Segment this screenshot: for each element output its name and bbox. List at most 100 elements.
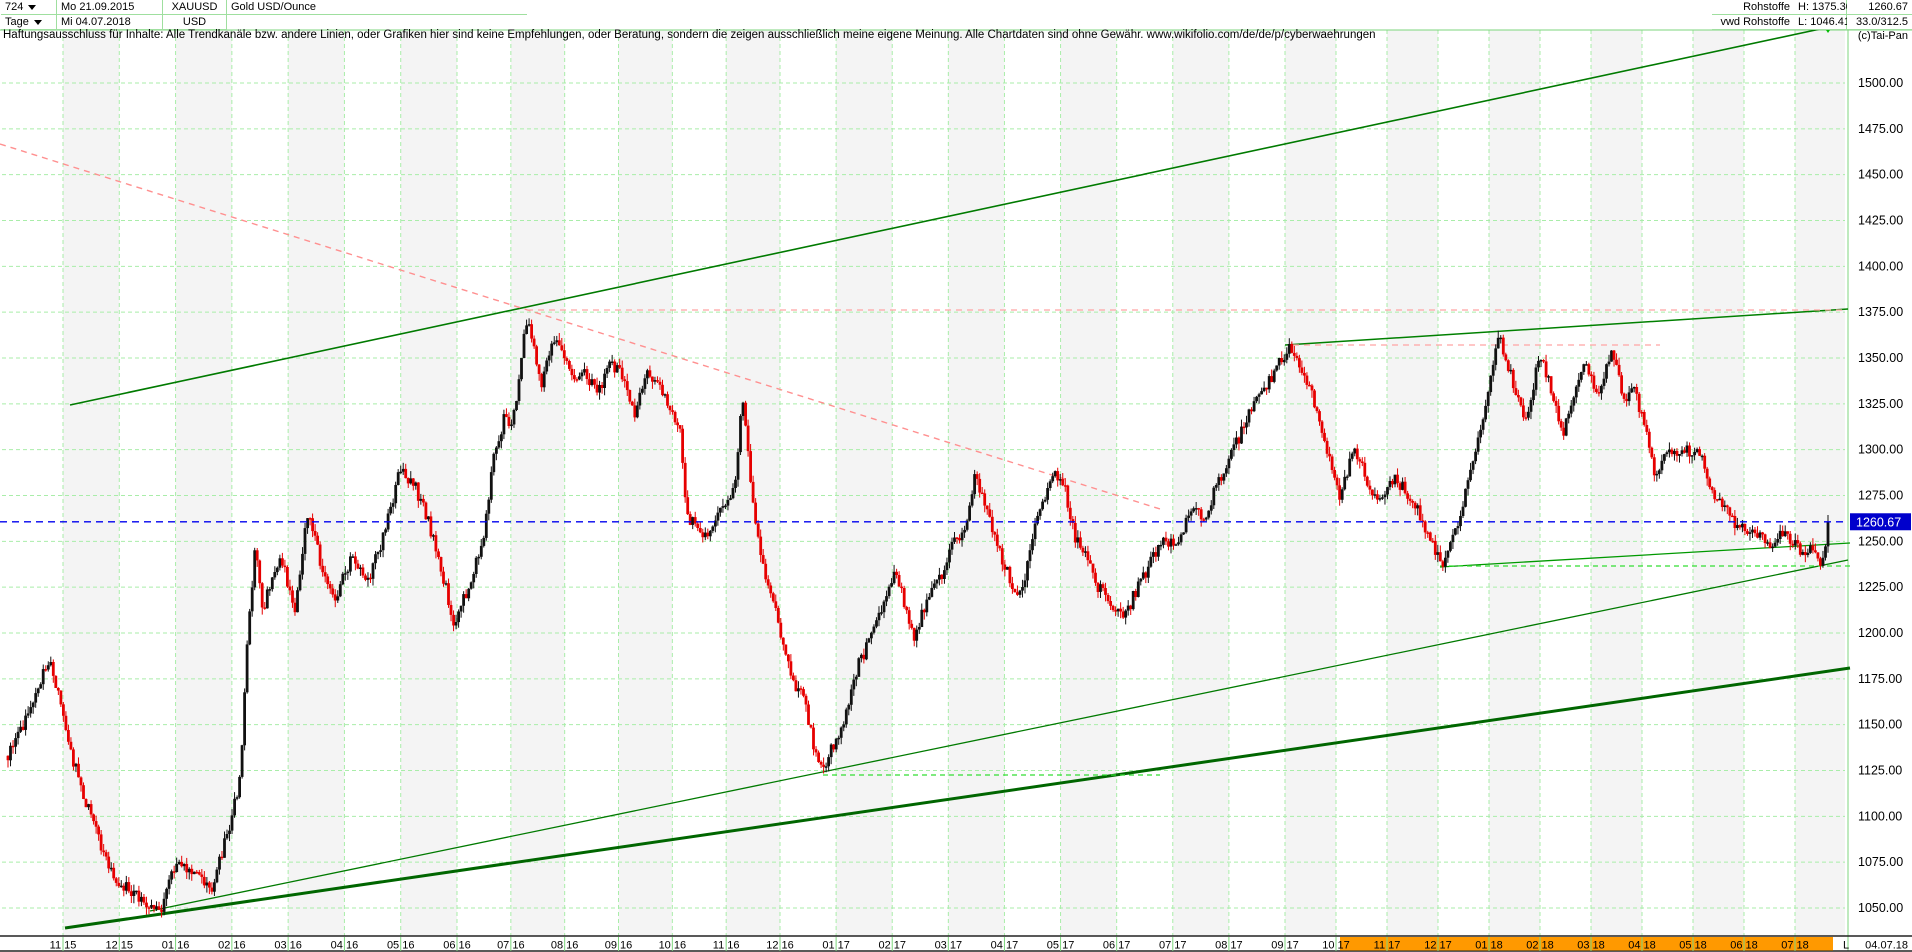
candle-body <box>195 872 198 874</box>
x-axis-label: 04 18 <box>1628 940 1656 952</box>
candle-body <box>1356 449 1359 460</box>
y-axis-label: 1075.00 <box>1858 855 1903 869</box>
candle-body <box>847 705 850 710</box>
candle-body <box>1092 564 1095 573</box>
candle-body <box>1187 516 1190 518</box>
x-axis-label: 02 17 <box>878 940 906 952</box>
candle-body <box>495 448 498 454</box>
candle-body <box>1041 502 1044 510</box>
candle-body <box>568 361 571 369</box>
candle-body <box>840 728 843 738</box>
candle-body <box>870 633 873 639</box>
candle-body <box>1379 498 1382 500</box>
y-axis-label: 1450.00 <box>1858 168 1903 182</box>
candle-body <box>485 514 488 538</box>
x-axis-label: 05 17 <box>1047 940 1075 952</box>
candle-body <box>1467 480 1470 489</box>
candle-body <box>1240 427 1243 444</box>
candle-body <box>1686 446 1689 453</box>
candle-body <box>540 374 543 387</box>
candle-body <box>1132 591 1135 609</box>
y-axis-label: 1175.00 <box>1858 672 1902 686</box>
candle-body <box>143 897 146 903</box>
date-to-cell[interactable]: Mi 04.07.2018 <box>57 15 163 30</box>
candle-body <box>110 868 113 870</box>
candle-body <box>1129 606 1132 610</box>
candle-body <box>304 528 307 554</box>
candle-body <box>1298 358 1301 367</box>
candle-body <box>1658 470 1661 474</box>
candle-body <box>1683 450 1686 452</box>
instrument-name: Gold USD/Ounce <box>231 0 316 14</box>
candle-body <box>1431 541 1434 543</box>
candle-body <box>82 785 85 799</box>
date-from-cell[interactable]: Mo 21.09.2015 <box>57 0 163 15</box>
candle-body <box>44 669 47 671</box>
candle-body <box>452 615 455 626</box>
candle-body <box>1640 412 1643 414</box>
candle-body <box>52 662 55 676</box>
candle-body <box>299 575 302 591</box>
candle-body <box>1024 580 1027 587</box>
candle-body <box>1718 499 1721 501</box>
candle-body <box>1152 552 1155 557</box>
candle-body <box>1117 609 1120 612</box>
candle-body <box>62 704 65 716</box>
candle-body <box>1104 588 1107 595</box>
candle-body <box>576 379 579 381</box>
candle-body <box>100 834 103 850</box>
candle-body <box>1212 488 1215 506</box>
price-chart-canvas[interactable]: 1500.001475.001450.001425.001400.001375.… <box>0 0 1912 952</box>
candle-body <box>1776 539 1779 543</box>
candle-body <box>878 613 881 620</box>
candle-body <box>1409 499 1412 501</box>
candle-body <box>341 574 344 585</box>
candle-body <box>1394 475 1397 485</box>
candle-body <box>1447 551 1450 558</box>
candle-body <box>168 880 171 889</box>
candle-body <box>246 644 249 692</box>
candle-body <box>344 573 347 575</box>
candle-body <box>1238 438 1241 444</box>
candle-body <box>913 628 916 641</box>
candle-body <box>24 716 27 730</box>
candle-body <box>953 538 956 542</box>
candle-body <box>1165 538 1168 542</box>
candle-body <box>316 536 319 545</box>
candle-body <box>581 373 584 377</box>
candle-body <box>739 416 742 452</box>
candle-body <box>1217 477 1220 485</box>
candle-body <box>221 857 224 859</box>
candle-body <box>1600 386 1603 393</box>
candle-body <box>1109 601 1112 606</box>
candle-body <box>185 864 188 872</box>
bars-count-dropdown[interactable]: 724 <box>1 0 57 15</box>
candle-body <box>611 362 614 364</box>
candle-body <box>936 580 939 584</box>
x-axis-label: 12 15 <box>106 940 134 952</box>
candle-body <box>1691 455 1694 457</box>
symbol-cell[interactable]: XAUUSD <box>163 0 227 15</box>
candle-body <box>1678 454 1681 456</box>
candle-body <box>447 583 450 605</box>
candle-body <box>163 899 166 912</box>
candle-body <box>80 777 83 785</box>
period-dropdown[interactable]: Tage <box>1 15 57 30</box>
candle-body <box>1618 365 1621 375</box>
candle-body <box>1366 477 1369 486</box>
candle-body <box>596 385 599 393</box>
candle-body <box>1406 493 1409 499</box>
candle-body <box>1353 449 1356 454</box>
candle-body <box>399 472 402 474</box>
candle-body <box>1580 372 1583 380</box>
candle-body <box>706 533 709 537</box>
candle-body <box>1197 508 1200 510</box>
candle-body <box>133 891 136 896</box>
candle-body <box>1676 451 1679 456</box>
candle-body <box>198 872 201 874</box>
candle-body <box>430 516 433 536</box>
candle-body <box>138 891 141 902</box>
candle-body <box>1273 371 1276 382</box>
candle-body <box>792 676 795 681</box>
candle-body <box>1112 606 1115 610</box>
